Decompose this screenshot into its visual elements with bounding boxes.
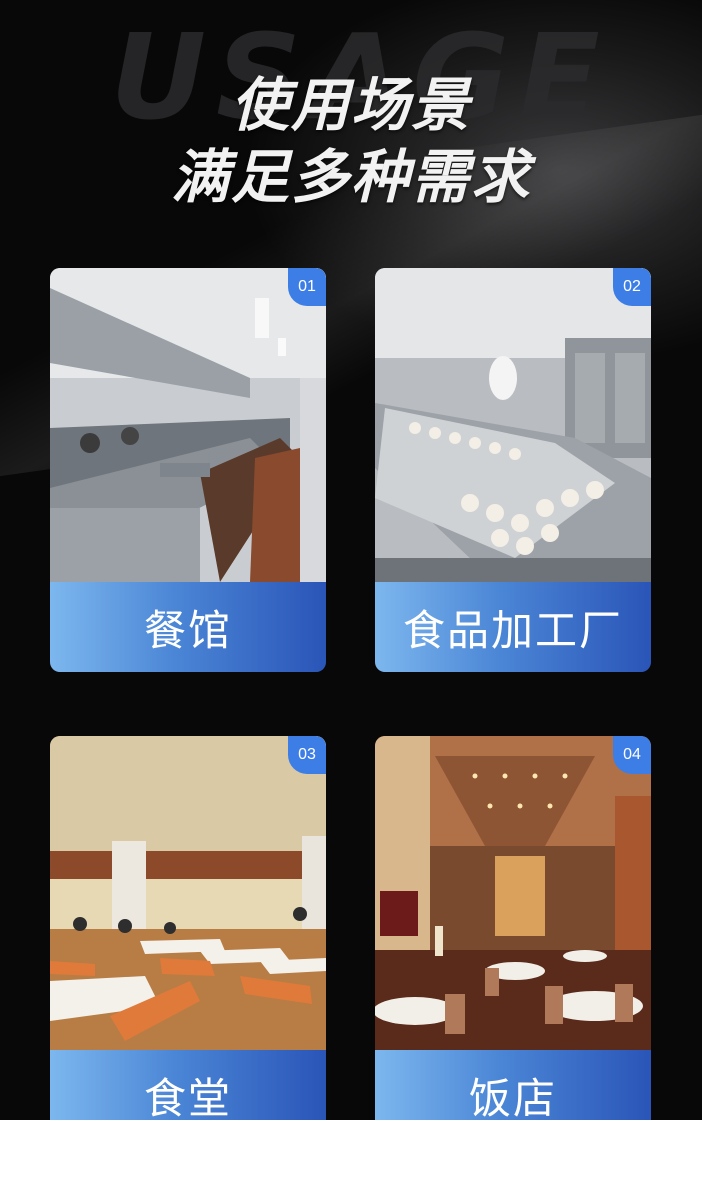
scenario-card-canteen[interactable]: 食堂 03: [50, 736, 326, 1120]
headline-line-1: 使用场景: [230, 71, 471, 139]
card-number-badge: 03: [288, 736, 326, 774]
card-label: 餐馆: [143, 605, 232, 655]
headline-line-2: 满足多种需求: [170, 143, 531, 211]
hotel-restaurant-photo: [375, 736, 651, 1050]
dark-background: USAGE 使用场景 满足多种需求 餐馆 01 食品加工厂 02 食堂 03 饭…: [0, 0, 702, 1120]
scenario-card-hotel-restaurant[interactable]: 饭店 04: [375, 736, 651, 1120]
food-factory-photo: [375, 268, 651, 582]
card-label: 食堂: [143, 1073, 232, 1121]
bottom-white-strip: [0, 1120, 702, 1200]
canteen-photo: [50, 736, 326, 1050]
caption-bar: 餐馆: [50, 582, 326, 672]
scenario-card-food-factory[interactable]: 食品加工厂 02: [375, 268, 651, 672]
card-label: 食品加工厂: [402, 605, 623, 655]
card-number-badge: 01: [288, 268, 326, 306]
scenario-card-restaurant[interactable]: 餐馆 01: [50, 268, 326, 672]
caption-bar: 饭店: [375, 1050, 651, 1120]
card-number-badge: 04: [613, 736, 651, 774]
card-number-badge: 02: [613, 268, 651, 306]
card-label: 饭店: [468, 1073, 557, 1121]
caption-bar: 食堂: [50, 1050, 326, 1120]
page: USAGE 使用场景 满足多种需求 餐馆 01 食品加工厂 02 食堂 03 饭…: [0, 0, 702, 1200]
restaurant-kitchen-photo: [50, 268, 326, 582]
caption-bar: 食品加工厂: [375, 582, 651, 672]
